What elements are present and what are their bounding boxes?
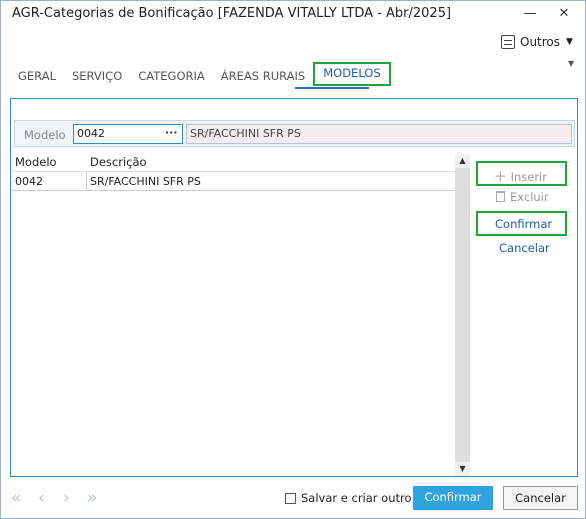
nav-previous-icon[interactable]: ‹	[38, 488, 45, 508]
nav-last-icon[interactable]: »	[87, 488, 97, 508]
outros-label: Outros	[520, 35, 561, 49]
window-title: AGR-Categorias de Bonificação [FAZENDA V…	[12, 6, 452, 21]
modelos-panel: Modelo 0042 ··· SR/FACCHINI SFR PS Model…	[10, 98, 578, 477]
nav-next-icon[interactable]: ›	[63, 488, 70, 508]
cancelar-row-link[interactable]: Cancelar	[499, 241, 550, 255]
tabs-scroll-down-icon[interactable]: ▼	[568, 59, 574, 68]
scroll-up-icon[interactable]: ▲	[455, 154, 470, 168]
scroll-down-icon[interactable]: ▼	[455, 462, 470, 476]
excluir-button[interactable]: Excluir	[496, 190, 549, 204]
inserir-label: Inserir	[510, 170, 547, 184]
modelo-label: Modelo	[24, 128, 66, 142]
dialog-window: AGR-Categorias de Bonificação [FAZENDA V…	[0, 0, 586, 519]
minimize-button[interactable]: —	[519, 4, 541, 24]
column-header-descricao[interactable]: Descrição	[87, 152, 442, 171]
cancel-button[interactable]: Cancelar	[503, 486, 578, 510]
trash-icon	[496, 191, 505, 202]
tab-modelos[interactable]: MODELOS	[313, 62, 391, 86]
outros-menu-button[interactable]: Outros ▼	[501, 32, 573, 52]
chevron-down-icon: ▼	[566, 37, 573, 47]
confirmar-row-button[interactable]: Confirmar	[476, 211, 567, 236]
table-row[interactable]: 0042 SR/FACCHINI SFR PS	[12, 172, 455, 191]
menu-list-icon	[501, 35, 515, 49]
plus-icon: +	[494, 167, 507, 185]
tab-servico[interactable]: SERVIÇO	[64, 65, 130, 87]
tab-categoria[interactable]: CATEGORIA	[130, 65, 213, 87]
tab-geral[interactable]: GERAL	[10, 65, 64, 87]
column-header-modelo[interactable]: Modelo	[12, 152, 87, 171]
modelo-description-field: SR/FACCHINI SFR PS	[186, 124, 572, 144]
cell-modelo: 0042	[12, 172, 87, 190]
excluir-label: Excluir	[510, 190, 549, 204]
lookup-button[interactable]: ···	[165, 126, 178, 139]
inserir-button[interactable]: + Inserir	[476, 161, 567, 186]
save-and-create-option[interactable]: Salvar e criar outro	[285, 491, 412, 505]
nav-first-icon[interactable]: «	[11, 488, 21, 508]
modelos-grid: Modelo Descrição 0042 SR/FACCHINI SFR PS	[12, 152, 455, 476]
save-and-create-checkbox[interactable]	[285, 492, 296, 504]
modelo-editor-row: Modelo 0042 ··· SR/FACCHINI SFR PS	[14, 120, 575, 147]
confirm-button[interactable]: Confirmar	[413, 486, 493, 510]
tab-areas-rurais[interactable]: ÁREAS RURAIS	[213, 65, 313, 87]
title-bar: AGR-Categorias de Bonificação [FAZENDA V…	[1, 1, 585, 29]
save-and-create-label: Salvar e criar outro	[301, 491, 412, 505]
cell-descricao: SR/FACCHINI SFR PS	[90, 175, 201, 188]
grid-header: Modelo Descrição	[12, 152, 455, 172]
tab-bar: GERAL SERVIÇO CATEGORIA ÁREAS RURAIS MOD…	[10, 62, 391, 87]
close-button[interactable]: ✕	[553, 4, 575, 24]
active-tab-indicator	[295, 87, 369, 89]
grid-vertical-scrollbar[interactable]: ▲ ▼	[455, 154, 470, 476]
